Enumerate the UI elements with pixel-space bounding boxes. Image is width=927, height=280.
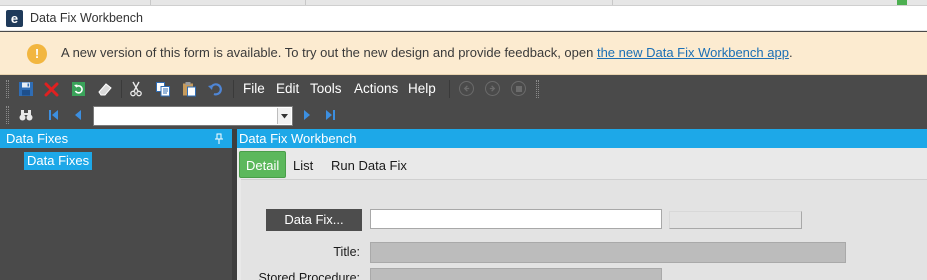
banner-text-end: .: [788, 45, 793, 60]
tab-list[interactable]: List: [287, 152, 319, 178]
right-pane-title: Data Fix Workbench: [239, 131, 357, 146]
cut-icon[interactable]: [127, 80, 145, 98]
banner-text: A new version of this form is available.…: [61, 45, 597, 60]
detail-panel: Data Fix... Title: Stored Procedure:: [241, 179, 927, 280]
toolbar-separator: [233, 80, 234, 98]
search-binoculars-icon[interactable]: [17, 106, 35, 124]
left-pane-header: Data Fixes: [0, 129, 232, 148]
title-bar: e Data Fix Workbench: [0, 6, 927, 31]
pin-icon[interactable]: [214, 132, 224, 144]
undo-icon[interactable]: [206, 80, 224, 98]
data-fix-button[interactable]: Data Fix...: [266, 209, 362, 231]
menu-help[interactable]: Help: [408, 81, 436, 96]
app-logo-icon: e: [6, 10, 23, 27]
stop-icon[interactable]: [511, 81, 526, 96]
toolbar-grip[interactable]: [536, 80, 539, 98]
toolbar-grip[interactable]: [6, 106, 9, 124]
menu-tools[interactable]: Tools: [310, 81, 342, 96]
tab-run-data-fix[interactable]: Run Data Fix: [325, 152, 413, 178]
menu-edit[interactable]: Edit: [276, 81, 299, 96]
menu-actions[interactable]: Actions: [354, 81, 398, 96]
last-record-icon[interactable]: [321, 106, 339, 124]
back-icon[interactable]: [459, 81, 474, 96]
tree-item-data-fixes[interactable]: Data Fixes: [24, 152, 93, 170]
toolbar-separator: [121, 80, 122, 98]
new-app-link[interactable]: the new Data Fix Workbench app: [597, 45, 789, 60]
copy-icon[interactable]: [154, 80, 172, 98]
title-label: Title:: [333, 245, 360, 259]
refresh-icon[interactable]: [70, 80, 88, 98]
menu-file[interactable]: File: [243, 81, 265, 96]
forward-icon[interactable]: [485, 81, 500, 96]
save-icon[interactable]: [17, 80, 35, 98]
right-form-pane: Data Fix Workbench Detail List Run Data …: [237, 129, 927, 280]
tab-strip: Detail List Run Data Fix: [237, 151, 927, 179]
tab-detail[interactable]: Detail: [239, 151, 287, 178]
left-pane-title: Data Fixes: [6, 131, 69, 146]
stored-procedure-field: [370, 268, 662, 280]
title-field: [370, 242, 846, 263]
clear-icon[interactable]: [96, 80, 114, 98]
delete-icon[interactable]: [43, 80, 61, 98]
toolbar-grip[interactable]: [6, 80, 9, 98]
chevron-down-icon[interactable]: [277, 108, 291, 124]
right-pane-header: Data Fix Workbench: [237, 129, 927, 148]
toolbar-separator: [449, 80, 450, 98]
data-fix-description-field: [669, 211, 802, 229]
new-version-banner: ! A new version of this form is availabl…: [0, 32, 927, 75]
next-record-icon[interactable]: [298, 106, 316, 124]
paste-icon[interactable]: [180, 80, 198, 98]
record-nav-toolbar: [0, 103, 927, 128]
previous-record-icon[interactable]: [69, 106, 87, 124]
main-toolbar: File Edit Tools Actions Help: [0, 76, 927, 102]
record-combo[interactable]: [93, 106, 293, 126]
banner-message: A new version of this form is available.…: [61, 45, 793, 60]
window-title: Data Fix Workbench: [30, 11, 144, 25]
app-window: e Data Fix Workbench ! A new version of …: [0, 0, 927, 280]
left-tree-pane: Data Fixes Data Fixes: [0, 129, 232, 280]
first-record-icon[interactable]: [45, 106, 63, 124]
data-fix-field[interactable]: [370, 209, 662, 229]
warning-circle-icon: !: [27, 44, 47, 64]
stored-procedure-label: Stored Procedure:: [258, 271, 360, 280]
